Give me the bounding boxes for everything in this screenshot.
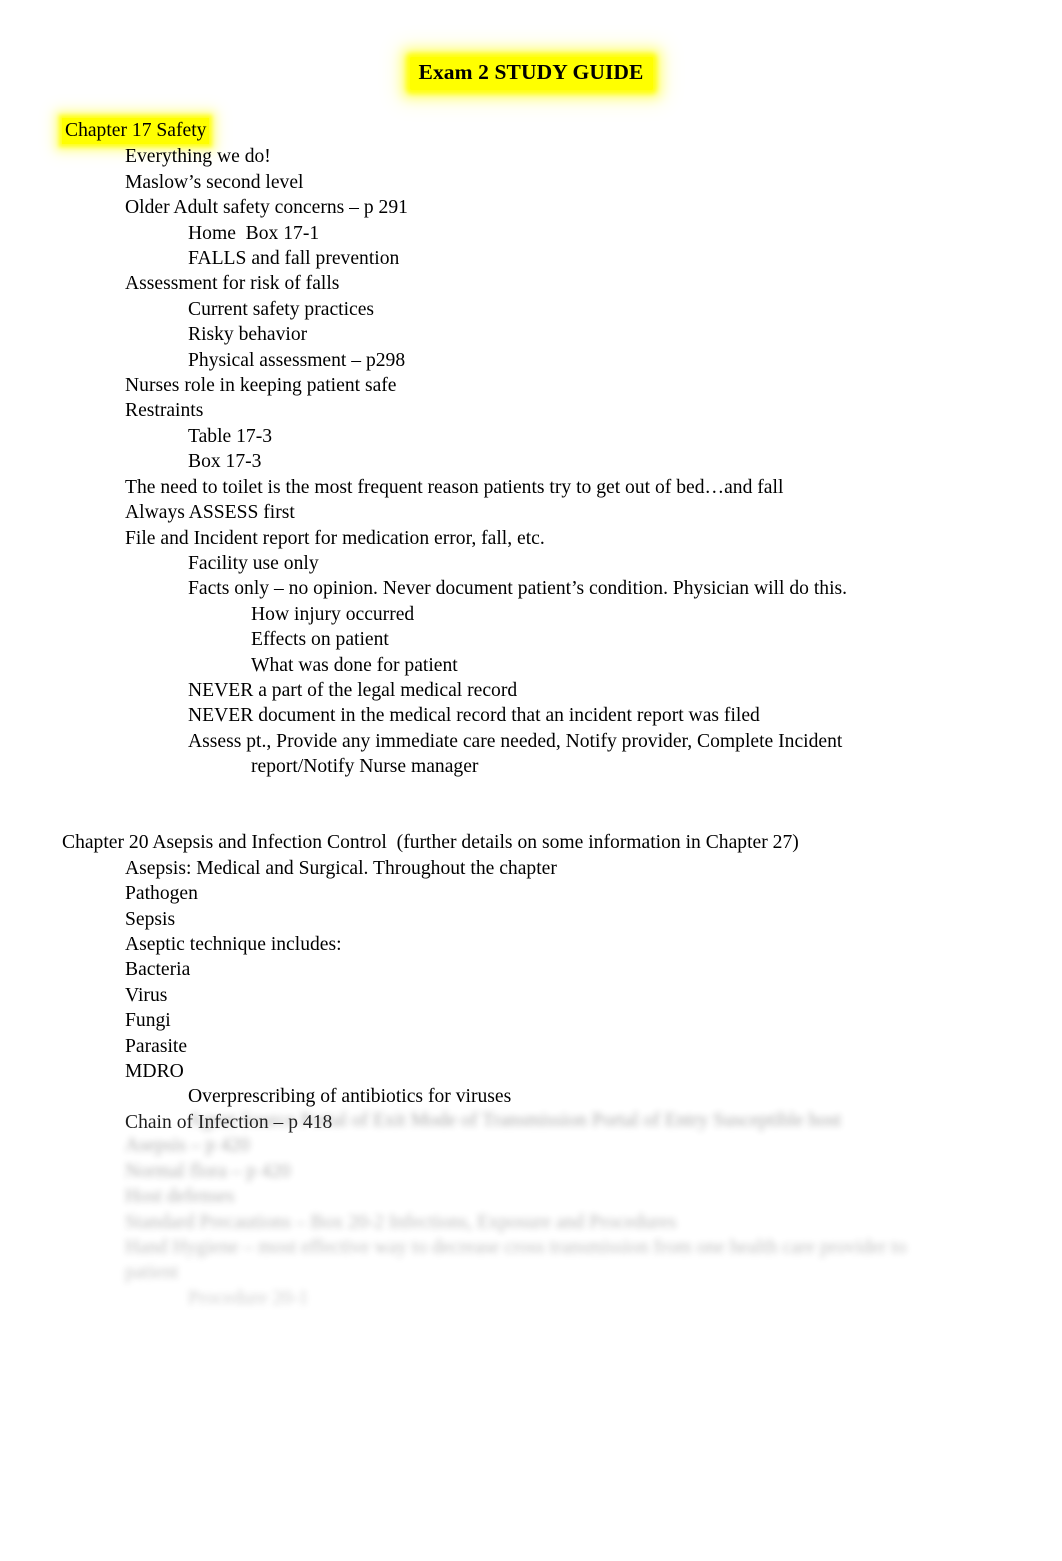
list-item: Facts only – no opinion. Never document … [188,578,848,600]
list-item: How injury occurred [251,603,415,625]
list-item: Restraints [125,400,204,422]
list-item: Nurses role in keeping patient safe [125,375,397,397]
list-item-wrapped: Assess pt., Provide any immediate care n… [0,729,1062,780]
list-item: Assessment for risk of falls [125,273,340,295]
list-item: Home Box 17-1 [188,222,320,244]
list-item: FALLS and fall prevention [188,248,400,270]
list-item: Current safety practices [188,298,375,320]
section-heading-chapter-17-text: Chapter 17 Safety [62,118,210,145]
document-body: Chapter 17 Safety Everything we do! Masl… [0,118,1062,1135]
section-heading-chapter-17: Chapter 17 Safety [0,118,1062,145]
list-item: Fungi [125,1010,171,1032]
list-item: Sepsis [125,908,176,930]
list-item: Box 17-3 [188,451,262,473]
list-item: NEVER document in the medical record tha… [188,705,760,727]
list-item: Chain of Infection – p 418 [125,1111,333,1133]
obscured-list-item: Normal flora – p 420 [125,1160,291,1182]
list-item: Virus [125,984,168,1006]
list-item: Risky behavior [188,324,308,346]
list-item: MDRO [125,1061,184,1082]
list-item: Asepsis: Medical and Surgical. Throughou… [125,857,557,879]
obscured-list-item: Procedure 20-1 [188,1287,309,1309]
document-title-row: Exam 2 STUDY GUIDE [0,57,1062,90]
section-heading-chapter-20: Chapter 20 Asepsis and Infection Control… [62,832,799,854]
list-item: Effects on patient [251,629,389,651]
page-title: Exam 2 STUDY GUIDE [409,57,653,90]
list-item: Everything we do! [125,146,271,168]
list-item: Bacteria [125,959,191,981]
obscured-list-item-wrapped: Hand Hygiene – most effective way to dec… [125,1237,912,1284]
list-item: Pathogen [125,883,198,905]
list-item: File and Incident report for medication … [125,527,545,549]
obscured-fade-overlay [0,1108,1062,1338]
list-item-wrapped-text: Assess pt., Provide any immediate care n… [188,730,843,752]
obscured-content-region: Agent Source Portal of Exit Mode of Tran… [0,1108,1062,1311]
list-item: NEVER a part of the legal medical record [188,679,518,701]
list-item: Overprescribing of antibiotics for virus… [188,1086,512,1108]
document-page: Exam 2 STUDY GUIDE Chapter 17 Safety Eve… [0,0,1062,1561]
list-item: Always ASSESS first [125,502,295,524]
list-item: Parasite [125,1035,188,1057]
list-item: What was done for patient [251,654,458,676]
list-item: Aseptic technique includes: [125,933,342,955]
list-item: Older Adult safety concerns – p 291 [125,197,408,219]
list-item: Table 17-3 [188,425,273,447]
list-item-wrapped-continuation: report/Notify Nurse manager [251,756,479,778]
list-item: Facility use only [188,552,319,574]
obscured-list-item: Asepsis – p 420 [125,1135,250,1157]
list-item: Physical assessment – p298 [188,349,406,371]
obscured-list-item: Standard Precautions – Box 20-2 Infectio… [125,1211,677,1233]
list-item: The need to toilet is the most frequent … [125,476,784,498]
list-item: Maslow’s second level [125,171,304,193]
obscured-list-item: Host defenses [125,1186,235,1208]
